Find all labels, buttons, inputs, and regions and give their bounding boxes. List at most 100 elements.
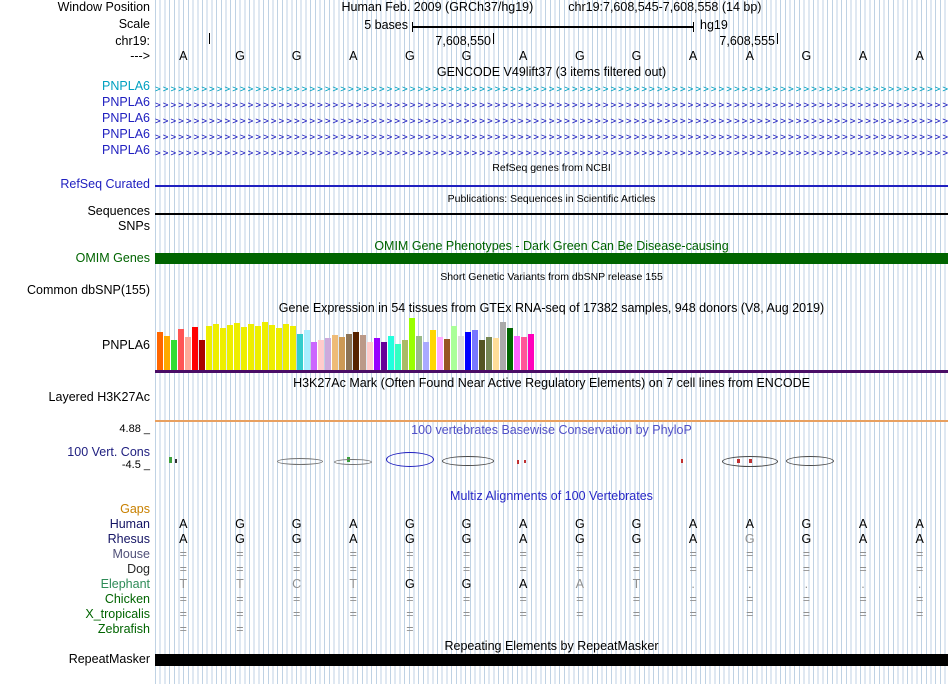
gtex-tissue-bar-10[interactable] (220, 328, 226, 370)
gencode-transcript-5[interactable]: >>>>>>>>>>>>>>>>>>>>>>>>>>>>>>>>>>>>>>>>… (155, 148, 948, 160)
gtex-tissue-bar-36[interactable] (402, 340, 408, 370)
gtex-tissue-bar-27[interactable] (339, 337, 345, 370)
label-refseq-curated[interactable]: RefSeq Curated (0, 178, 150, 191)
gtex-tissue-bar-32[interactable] (374, 338, 380, 370)
gtex-tissue-bar-28[interactable] (346, 334, 352, 370)
gtex-tissue-bar-16[interactable] (262, 322, 268, 370)
gtex-tissue-bar-25[interactable] (325, 338, 331, 370)
label-pnpla6-1[interactable]: PNPLA6 (0, 80, 150, 93)
gtex-tissue-bar-9[interactable] (213, 324, 219, 370)
gtex-tissue-bar-50[interactable] (500, 322, 506, 370)
gencode-transcript-4[interactable]: >>>>>>>>>>>>>>>>>>>>>>>>>>>>>>>>>>>>>>>>… (155, 132, 948, 144)
label-omim-genes[interactable]: OMIM Genes (0, 252, 150, 265)
gtex-tissue-bar-17[interactable] (269, 325, 275, 370)
gtex-tissue-bar-19[interactable] (283, 324, 289, 370)
refseq-track-header[interactable]: RefSeq genes from NCBI (155, 162, 948, 175)
gtex-tissue-bar-5[interactable] (185, 337, 191, 370)
gtex-tissue-bar-31[interactable] (367, 342, 373, 370)
label-pnpla6-3[interactable]: PNPLA6 (0, 112, 150, 125)
gtex-tissue-bar-53[interactable] (521, 337, 527, 370)
gtex-tissue-bar-26[interactable] (332, 335, 338, 370)
gtex-tissue-bar-43[interactable] (451, 326, 457, 370)
dbsnp-track-header[interactable]: Short Genetic Variants from dbSNP releas… (155, 271, 948, 284)
gtex-tissue-bar-40[interactable] (430, 330, 436, 370)
repeatmasker-track[interactable] (155, 654, 948, 666)
label-species-mouse[interactable]: Mouse (0, 548, 150, 561)
gtex-tissue-bar-6[interactable] (192, 327, 198, 370)
refseq-curated-track[interactable] (155, 185, 948, 187)
gtex-tissue-bar-11[interactable] (227, 325, 233, 370)
label-species-dog[interactable]: Dog (0, 563, 150, 576)
gtex-tissue-bar-44[interactable] (458, 336, 464, 370)
gtex-tissue-bar-23[interactable] (311, 342, 317, 370)
gencode-transcript-1[interactable]: >>>>>>>>>>>>>>>>>>>>>>>>>>>>>>>>>>>>>>>>… (155, 84, 948, 96)
gtex-tissue-bar-46[interactable] (472, 330, 478, 370)
gtex-tissue-bar-8[interactable] (206, 326, 212, 370)
label-repeatmasker[interactable]: RepeatMasker (0, 653, 150, 666)
gencode-transcript-2[interactable]: >>>>>>>>>>>>>>>>>>>>>>>>>>>>>>>>>>>>>>>>… (155, 100, 948, 112)
omim-genes-track[interactable] (155, 253, 948, 264)
gtex-tissue-bar-21[interactable] (297, 334, 303, 370)
gtex-tissue-bar-7[interactable] (199, 340, 205, 370)
gtex-tissue-bar-52[interactable] (514, 336, 520, 370)
sequences-track[interactable] (155, 213, 948, 215)
gtex-tissue-bar-13[interactable] (241, 327, 247, 370)
label-pnpla6-4[interactable]: PNPLA6 (0, 128, 150, 141)
gtex-tissue-bar-47[interactable] (479, 340, 485, 370)
gtex-tissue-bar-41[interactable] (437, 337, 443, 370)
label-species-rhesus[interactable]: Rhesus (0, 533, 150, 546)
publications-track-header[interactable]: Publications: Sequences in Scientific Ar… (155, 193, 948, 206)
gtex-tissue-bar-18[interactable] (276, 328, 282, 370)
gtex-track-header[interactable]: Gene Expression in 54 tissues from GTEx … (155, 302, 948, 315)
label-snps[interactable]: SNPs (0, 220, 150, 233)
phylop-track-header[interactable]: 100 vertebrates Basewise Conservation by… (155, 424, 948, 437)
label-layered-h3k27ac[interactable]: Layered H3K27Ac (0, 391, 150, 404)
gtex-tissue-bar-35[interactable] (395, 344, 401, 370)
gencode-track-header[interactable]: GENCODE V49lift37 (3 items filtered out) (155, 66, 948, 79)
gencode-transcript-3[interactable]: >>>>>>>>>>>>>>>>>>>>>>>>>>>>>>>>>>>>>>>>… (155, 116, 948, 128)
gtex-tissue-bar-29[interactable] (353, 332, 359, 370)
h3k27ac-baseline[interactable] (155, 420, 948, 422)
label-species-gaps[interactable]: Gaps (0, 503, 150, 516)
label-species-zebrafish[interactable]: Zebrafish (0, 623, 150, 636)
gtex-tissue-bar-15[interactable] (255, 326, 261, 370)
gtex-tissue-bar-20[interactable] (290, 326, 296, 370)
gtex-tissue-bar-49[interactable] (493, 338, 499, 370)
h3k27ac-track-header[interactable]: H3K27Ac Mark (Often Found Near Active Re… (155, 377, 948, 390)
gtex-tissue-bar-3[interactable] (171, 340, 177, 370)
label-100-vert-cons[interactable]: 100 Vert. Cons (0, 446, 150, 459)
label-species-chicken[interactable]: Chicken (0, 593, 150, 606)
gtex-tissue-bar-42[interactable] (444, 339, 450, 370)
gtex-tissue-bar-48[interactable] (486, 337, 492, 370)
gtex-baseline[interactable] (155, 370, 948, 373)
base-letter-2: G (235, 49, 245, 63)
label-species-elephant[interactable]: Elephant (0, 578, 150, 591)
gtex-tissue-bar-22[interactable] (304, 330, 310, 370)
label-pnpla6-gtex[interactable]: PNPLA6 (0, 339, 150, 352)
gtex-tissue-bar-1[interactable] (157, 332, 163, 370)
label-species-x-tropicalis[interactable]: X_tropicalis (0, 608, 150, 621)
label-pnpla6-5[interactable]: PNPLA6 (0, 144, 150, 157)
omim-track-header[interactable]: OMIM Gene Phenotypes - Dark Green Can Be… (155, 240, 948, 253)
gtex-tissue-bar-45[interactable] (465, 332, 471, 370)
gtex-tissue-bar-34[interactable] (388, 336, 394, 370)
multiz-track-header[interactable]: Multiz Alignments of 100 Vertebrates (155, 490, 948, 503)
gtex-tissue-bar-4[interactable] (178, 329, 184, 370)
align-dog-base-7: = (519, 562, 527, 576)
gtex-tissue-bar-30[interactable] (360, 335, 366, 370)
gtex-tissue-bar-12[interactable] (234, 323, 240, 370)
label-common-dbsnp[interactable]: Common dbSNP(155) (0, 284, 150, 297)
gtex-tissue-bar-24[interactable] (318, 340, 324, 370)
gtex-tissue-bar-38[interactable] (416, 336, 422, 370)
gtex-tissue-bar-51[interactable] (507, 328, 513, 370)
label-sequences[interactable]: Sequences (0, 205, 150, 218)
gtex-tissue-bar-39[interactable] (423, 342, 429, 370)
gtex-tissue-bar-54[interactable] (528, 334, 534, 370)
repeatmasker-track-header[interactable]: Repeating Elements by RepeatMasker (155, 640, 948, 653)
gtex-tissue-bar-14[interactable] (248, 324, 254, 370)
label-species-human[interactable]: Human (0, 518, 150, 531)
gtex-tissue-bar-37[interactable] (409, 318, 415, 370)
label-pnpla6-2[interactable]: PNPLA6 (0, 96, 150, 109)
gtex-tissue-bar-33[interactable] (381, 342, 387, 370)
gtex-tissue-bar-2[interactable] (164, 336, 170, 370)
